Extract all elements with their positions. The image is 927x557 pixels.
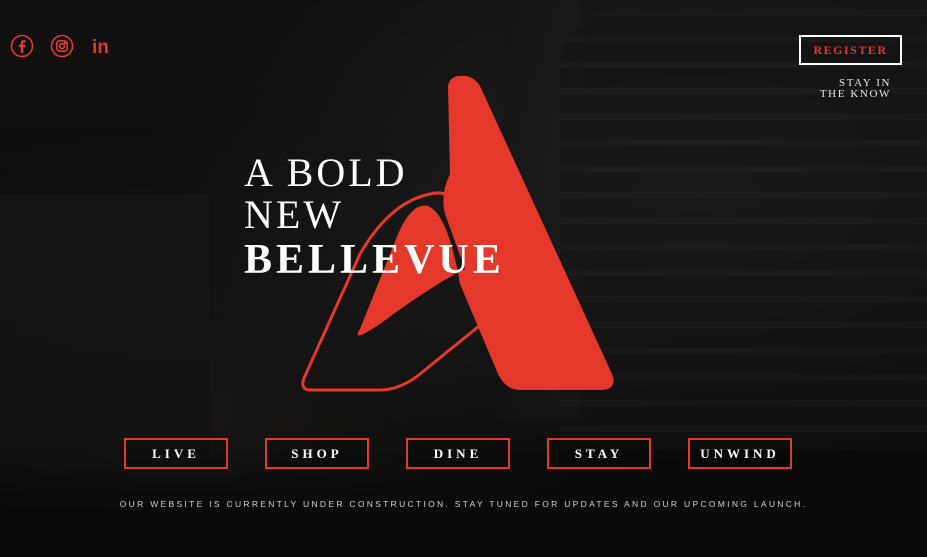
nav-shop-button[interactable]: SHOP <box>265 438 369 469</box>
facebook-icon[interactable] <box>10 34 34 58</box>
the-know-text: THE KNOW <box>819 88 891 100</box>
headline-line-1: A BOLD <box>244 150 408 195</box>
instagram-icon[interactable] <box>50 34 74 58</box>
linkedin-glyph: in <box>92 37 109 58</box>
register-button[interactable]: REGISTER <box>799 35 902 65</box>
nav-dine-button[interactable]: DINE <box>406 438 510 469</box>
social-links: in <box>10 34 114 58</box>
headline-line-2: NEW <box>244 192 345 237</box>
nav-stay-button[interactable]: STAY <box>547 438 651 469</box>
headline-line-3: BELLEVUE <box>244 237 505 283</box>
construction-notice: OUR WEBSITE IS CURRENTLY UNDER CONSTRUCT… <box>119 499 808 509</box>
stay-in-the-know-link[interactable]: STAY IN THE KNOW <box>820 78 891 100</box>
hero-headline: A BOLD NEW BELLEVUE <box>244 152 505 284</box>
linkedin-icon[interactable]: in <box>90 34 114 58</box>
nav-live-button[interactable]: LIVE <box>124 438 228 469</box>
nav-unwind-button[interactable]: UNWIND <box>688 438 792 469</box>
